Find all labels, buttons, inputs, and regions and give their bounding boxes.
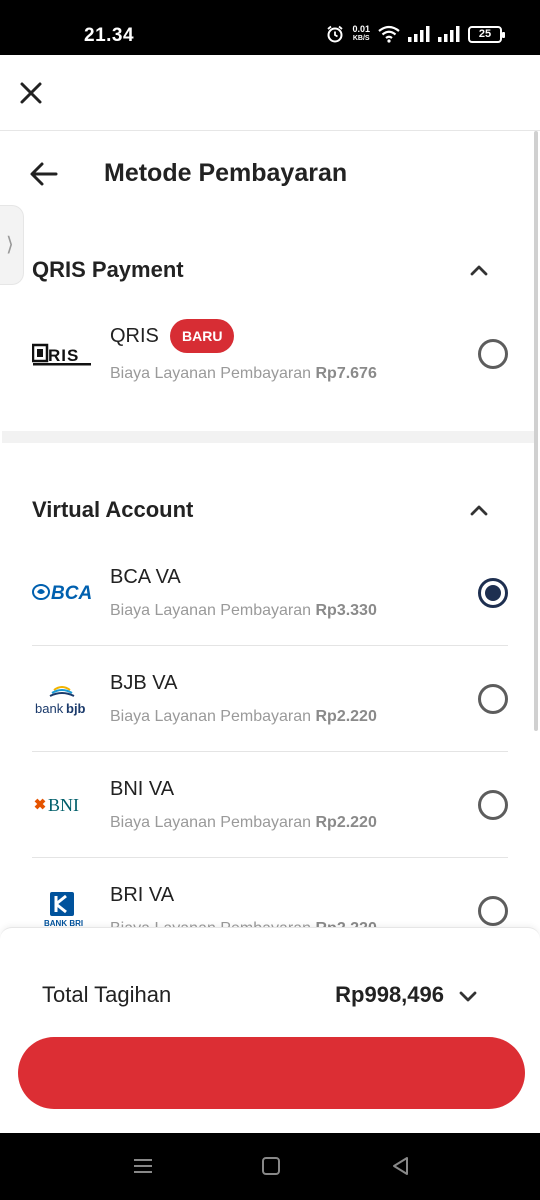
- svg-text:RIS: RIS: [48, 346, 79, 365]
- radio-bri[interactable]: [478, 896, 508, 926]
- signal-icon-1: [408, 26, 430, 42]
- battery-indicator: 25: [468, 25, 505, 43]
- scrollbar[interactable]: [534, 131, 538, 731]
- fee-amount: Rp2.220: [315, 814, 377, 831]
- payment-name: QRIS: [110, 325, 159, 347]
- bri-logo-icon: BANK BRI: [44, 892, 83, 928]
- payment-method-panel: Metode Pembayaran QRIS Payment RIS QRIS …: [2, 131, 538, 931]
- chevron-up-icon[interactable]: [467, 258, 491, 282]
- signal-icon-2: [438, 26, 460, 42]
- recent-apps-icon[interactable]: [130, 1153, 156, 1179]
- fee-label: Biaya Layanan Pembayaran: [110, 814, 312, 831]
- radio-bni[interactable]: [478, 790, 508, 820]
- fee-amount: Rp7.676: [315, 365, 377, 382]
- payment-option-bri[interactable]: BANK BRI BRI VA Biaya Layanan Pembayaran…: [32, 858, 508, 931]
- qris-logo-icon: RIS: [32, 343, 91, 366]
- close-icon[interactable]: [18, 80, 44, 106]
- total-label: Total Tagihan: [42, 982, 172, 1007]
- close-bar: [0, 55, 540, 131]
- radio-qris[interactable]: [478, 339, 508, 369]
- back-arrow-icon[interactable]: [28, 158, 60, 190]
- payment-option-qris[interactable]: RIS QRIS BARU Biaya Layanan Pembayaran R…: [32, 303, 508, 409]
- section-title-qris: QRIS Payment: [32, 257, 184, 282]
- radio-bjb[interactable]: [478, 684, 508, 714]
- edge-panel-handle[interactable]: ⟩: [0, 205, 24, 285]
- payment-option-bjb[interactable]: bank bjb BJB VA Biaya Layanan Pembayaran…: [32, 646, 508, 752]
- alarm-icon: [327, 25, 344, 43]
- network-speed: 0.01 KB/S: [352, 25, 370, 43]
- radio-bca-selected[interactable]: [478, 578, 508, 608]
- fee-label: Biaya Layanan Pembayaran: [110, 708, 312, 725]
- wifi-icon: [378, 25, 400, 43]
- svg-text:BCA: BCA: [51, 583, 92, 604]
- bjb-logo-icon: bank bjb: [35, 686, 86, 716]
- payment-fee: Biaya Layanan Pembayaran Rp7.676: [110, 365, 377, 383]
- section-title-va: Virtual Account: [32, 497, 194, 522]
- payment-name: BNI VA: [110, 778, 175, 800]
- bca-logo-icon: BCA: [32, 583, 92, 604]
- payment-name: BCA VA: [110, 566, 181, 588]
- home-icon[interactable]: [258, 1153, 284, 1179]
- system-nav-bar: [0, 1133, 540, 1200]
- status-bar: 21.34 0.01 KB/S 25: [0, 0, 540, 55]
- chevron-down-icon[interactable]: [456, 984, 480, 1008]
- payment-name: BRI VA: [110, 884, 175, 906]
- payment-fee: Biaya Layanan Pembayaran Rp2.220: [110, 814, 377, 832]
- fee-amount: Rp3.330: [315, 602, 377, 619]
- checkout-footer: Total Tagihan Rp998,496: [0, 927, 540, 1133]
- page-title: Metode Pembayaran: [104, 159, 348, 187]
- network-speed-value: 0.01: [352, 24, 370, 34]
- svg-text:bjb: bjb: [66, 701, 86, 716]
- fee-amount: Rp2.220: [315, 708, 377, 725]
- total-amount: Rp998,496: [335, 982, 444, 1007]
- bni-logo-icon: BNI: [34, 795, 79, 815]
- status-time: 21.34: [84, 25, 135, 46]
- chevron-up-icon[interactable]: [467, 498, 491, 522]
- back-icon[interactable]: [388, 1153, 414, 1179]
- payment-name: BJB VA: [110, 672, 178, 694]
- payment-option-bni[interactable]: BNI BNI VA Biaya Layanan Pembayaran Rp2.…: [32, 752, 508, 858]
- fee-label: Biaya Layanan Pembayaran: [110, 365, 312, 382]
- payment-fee: Biaya Layanan Pembayaran Rp2.220: [110, 708, 377, 726]
- chevron-right-icon: ⟩: [6, 234, 14, 256]
- status-icons: 0.01 KB/S 25: [326, 25, 505, 43]
- payment-fee: Biaya Layanan Pembayaran Rp3.330: [110, 602, 377, 620]
- pay-button[interactable]: [18, 1037, 525, 1109]
- svg-text:bank: bank: [35, 701, 64, 716]
- panel-header: Metode Pembayaran: [2, 131, 538, 221]
- section-separator: [2, 431, 538, 443]
- payment-option-bca[interactable]: BCA BCA VA Biaya Layanan Pembayaran Rp3.…: [32, 540, 508, 646]
- new-badge: BARU: [170, 319, 235, 353]
- fee-label: Biaya Layanan Pembayaran: [110, 602, 312, 619]
- svg-text:BNI: BNI: [48, 795, 79, 815]
- network-speed-unit: KB/S: [352, 35, 370, 42]
